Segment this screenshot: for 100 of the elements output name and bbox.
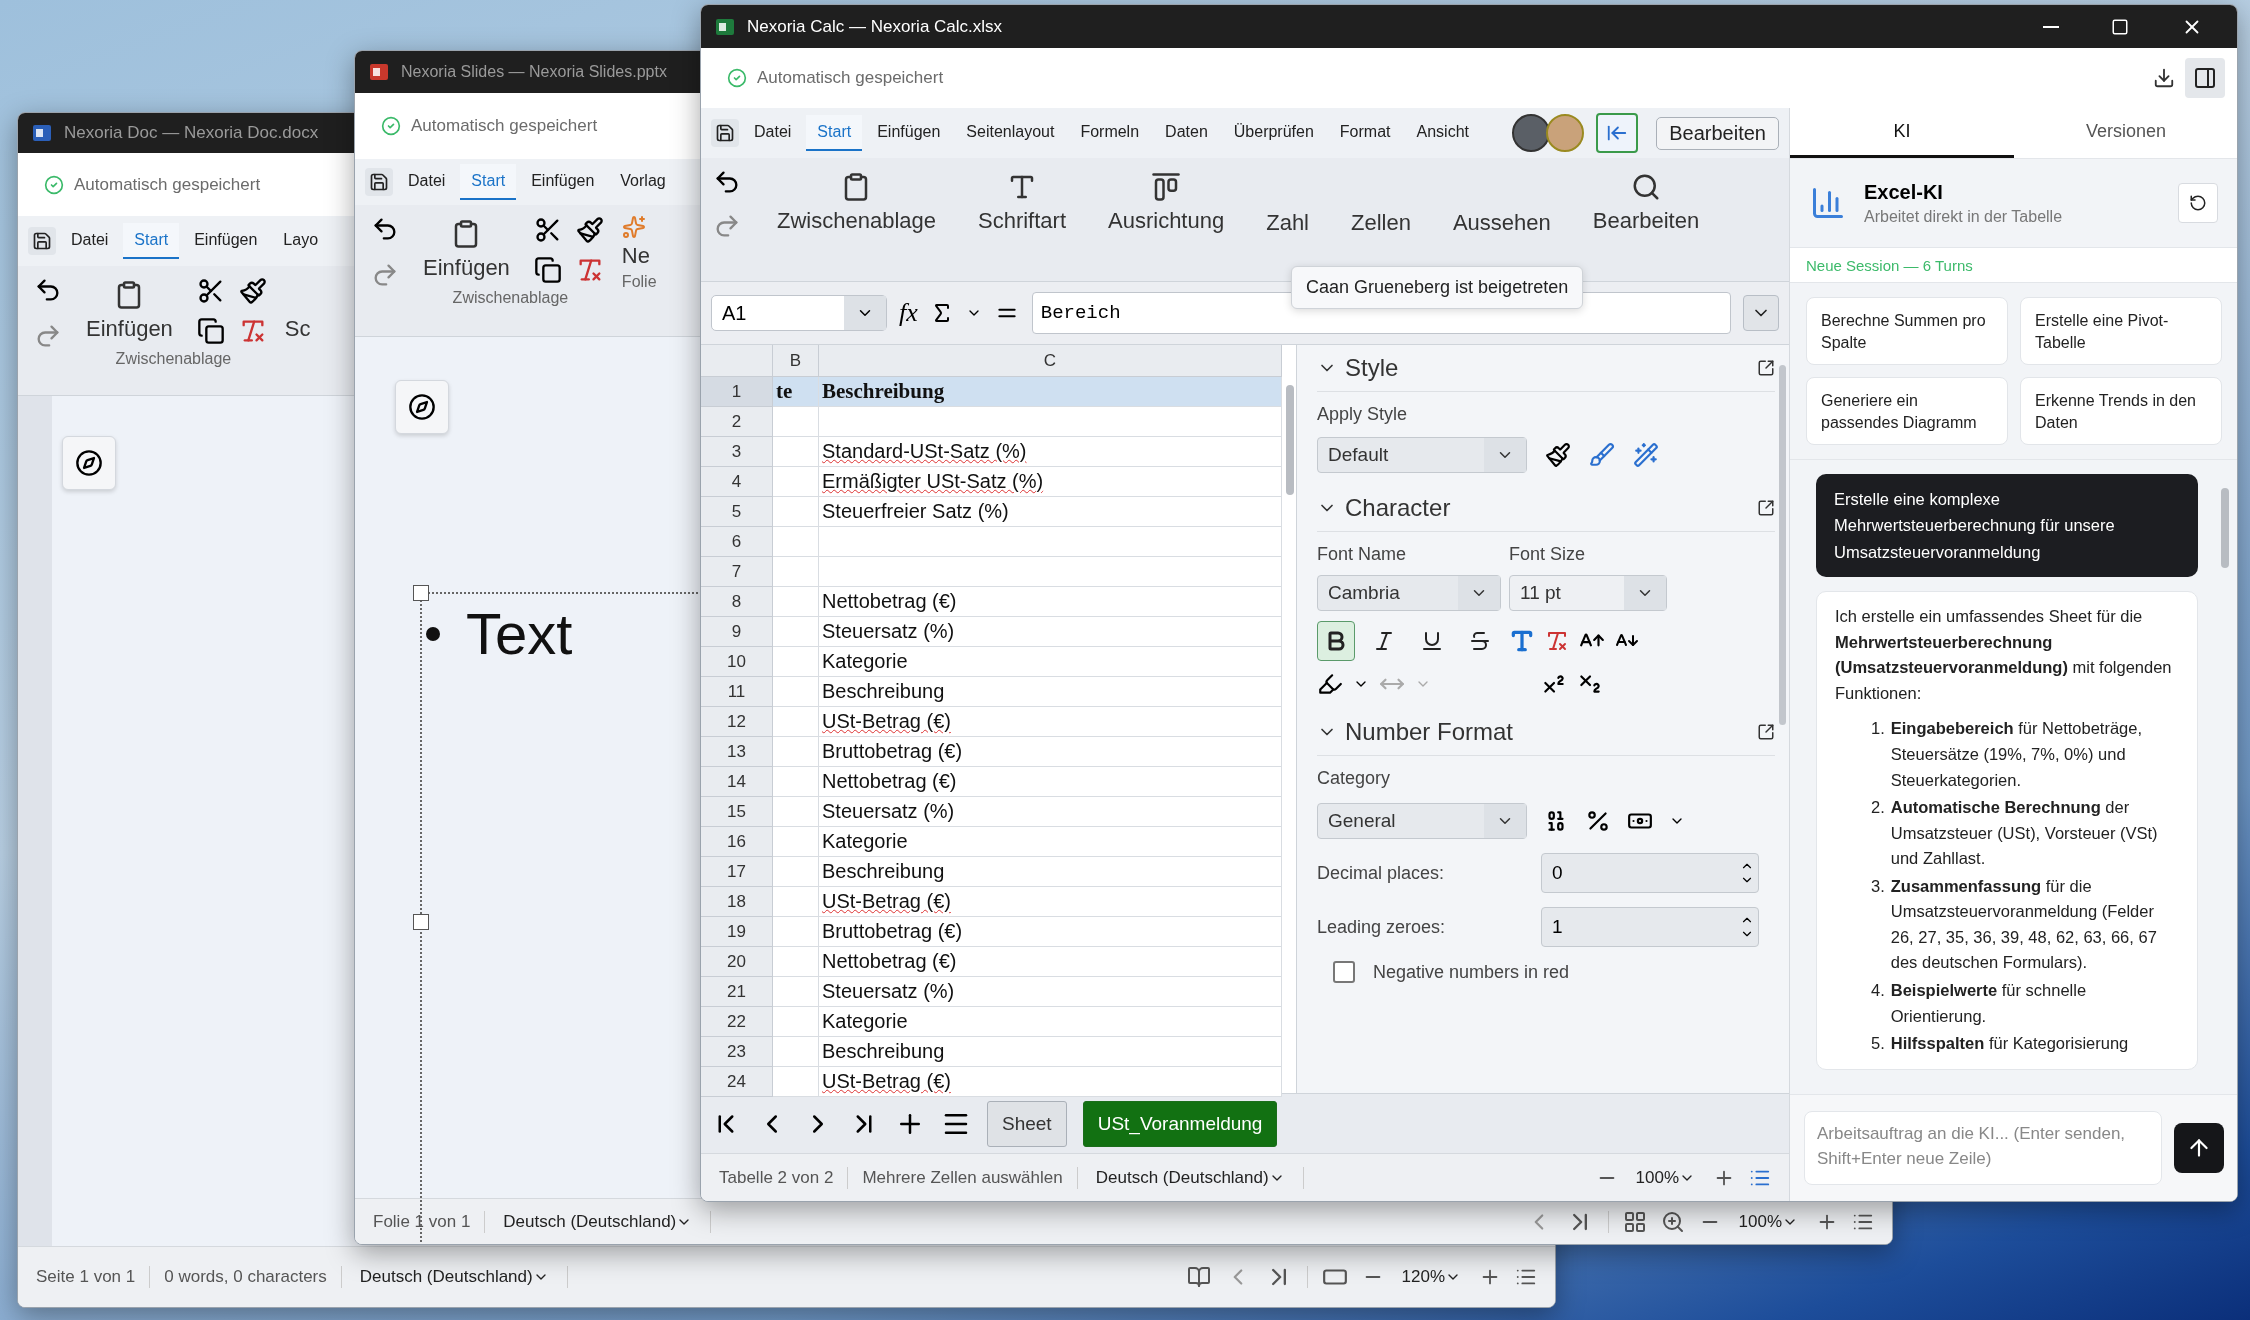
open-dialog-icon[interactable]: [1757, 359, 1775, 377]
category-dropdown[interactable]: General: [1317, 803, 1527, 839]
scrollbar-thumb[interactable]: [1779, 365, 1786, 725]
row-header[interactable]: 2: [701, 407, 773, 437]
style-dropdown[interactable]: Default: [1317, 437, 1527, 473]
ribbon-tab[interactable]: Start: [460, 164, 517, 200]
row-header[interactable]: 7: [701, 557, 773, 587]
zoom-dropdown[interactable]: 120%: [1397, 1263, 1465, 1291]
ribbon-group-button[interactable]: Ausrichtung: [1102, 168, 1231, 238]
sheet-tab[interactable]: USt_Voranmeldung: [1082, 1100, 1278, 1147]
ribbon-tab[interactable]: Daten: [1154, 115, 1219, 151]
row-header[interactable]: 14: [701, 767, 773, 797]
open-dialog-icon[interactable]: [1757, 723, 1775, 741]
ribbon-tab[interactable]: Start: [123, 223, 180, 259]
copy-icon[interactable]: [196, 317, 225, 345]
grid-icon[interactable]: [1622, 1209, 1647, 1234]
row-header[interactable]: 19: [701, 917, 773, 947]
book-icon[interactable]: [1186, 1265, 1211, 1289]
row-header[interactable]: 12: [701, 707, 773, 737]
clear-format-icon[interactable]: [1545, 629, 1569, 653]
save-icon[interactable]: [365, 168, 393, 196]
ribbon-tab[interactable]: Ansicht: [1405, 115, 1480, 151]
update-style-icon[interactable]: [1589, 442, 1615, 468]
paste-button[interactable]: Einfügen: [417, 215, 516, 285]
highlight-icon[interactable]: [1317, 671, 1343, 697]
save-icon[interactable]: [28, 227, 56, 255]
edit-button[interactable]: Bearbeiten: [1656, 116, 1779, 150]
row-header[interactable]: 22: [701, 1007, 773, 1037]
ribbon-tab[interactable]: Format: [1328, 115, 1402, 151]
scrollbar-thumb[interactable]: [2221, 488, 2229, 568]
scrollbar-thumb[interactable]: [1286, 385, 1294, 495]
panel-toggle-button[interactable]: [2185, 58, 2225, 98]
row-header[interactable]: 4: [701, 467, 773, 497]
cell-name-box[interactable]: A1: [711, 295, 887, 331]
row-header[interactable]: 10: [701, 647, 773, 677]
leading-zeroes-spinner[interactable]: 1: [1541, 907, 1759, 947]
language-dropdown[interactable]: Deutsch (Deutschland): [355, 1263, 553, 1291]
ribbon-tab[interactable]: Start: [806, 115, 863, 151]
ribbon-tab[interactable]: Formeln: [1069, 115, 1151, 151]
ribbon-tab[interactable]: Layo: [272, 223, 330, 259]
ribbon-tab[interactable]: Datei: [60, 223, 120, 259]
row-header[interactable]: 9: [701, 617, 773, 647]
compass-button[interactable]: [62, 436, 116, 490]
language-dropdown[interactable]: Deutsch (Deutschland): [1091, 1163, 1289, 1192]
function-icon[interactable]: fx: [899, 298, 918, 328]
suggestion-chip[interactable]: Erstelle eine Pivot-Tabelle: [2020, 297, 2222, 365]
paintbrush-icon[interactable]: [575, 216, 604, 244]
column-header[interactable]: B: [773, 345, 819, 377]
sheet-tab[interactable]: Sheet: [987, 1100, 1067, 1147]
ribbon-group-button[interactable]: Zahl: [1260, 168, 1315, 240]
ribbon-tab[interactable]: Seitenlayout: [955, 115, 1066, 151]
suggestion-chip[interactable]: Generiere ein passendes Diagramm: [1806, 377, 2008, 445]
column-header[interactable]: C: [819, 345, 1282, 377]
send-button[interactable]: [2174, 1123, 2224, 1173]
ribbon-tab[interactable]: Datei: [397, 164, 457, 200]
ribbon-group-button[interactable]: Schriftart: [972, 168, 1072, 238]
ribbon-group-button[interactable]: Bearbeiten: [1586, 168, 1706, 238]
suggestion-chip[interactable]: Erkenne Trends in den Daten: [2020, 377, 2222, 445]
row-header[interactable]: 11: [701, 677, 773, 707]
open-dialog-icon[interactable]: [1757, 499, 1775, 517]
checkbox[interactable]: [1333, 961, 1355, 983]
compass-button[interactable]: [395, 380, 449, 434]
row-header[interactable]: 13: [701, 737, 773, 767]
save-icon[interactable]: [711, 119, 739, 147]
zoom-dropdown[interactable]: 100%: [1631, 1163, 1699, 1192]
zoom-dropdown[interactable]: 100%: [1734, 1207, 1802, 1236]
resize-handle[interactable]: [413, 914, 429, 930]
resize-handle[interactable]: [413, 585, 429, 601]
row-header[interactable]: 5: [701, 497, 773, 527]
ribbon-group-button[interactable]: Aussehen: [1446, 168, 1557, 240]
ribbon-tab[interactable]: Einfügen: [520, 164, 606, 200]
row-header[interactable]: 15: [701, 797, 773, 827]
row-header[interactable]: 17: [701, 857, 773, 887]
decimal-places-spinner[interactable]: 0: [1541, 853, 1759, 893]
row-header[interactable]: 24: [701, 1067, 773, 1097]
reset-button[interactable]: [2178, 183, 2218, 223]
ribbon-group-button[interactable]: Zellen: [1345, 168, 1417, 240]
ribbon-tab[interactable]: Datei: [743, 115, 803, 151]
bold-button[interactable]: [1317, 621, 1355, 661]
zoom-icon[interactable]: [1660, 1209, 1685, 1234]
ribbon-tab[interactable]: Vorlag: [609, 164, 677, 200]
paintbrush-icon[interactable]: [238, 277, 267, 305]
row-header[interactable]: 18: [701, 887, 773, 917]
row-header[interactable]: 16: [701, 827, 773, 857]
suggestion-chip[interactable]: Berechne Summen pro Spalte: [1806, 297, 2008, 365]
row-header[interactable]: 1: [701, 377, 773, 407]
ribbon-tab[interactable]: Einfügen: [183, 223, 269, 259]
row-header[interactable]: 23: [701, 1037, 773, 1067]
paintbrush-icon[interactable]: [1545, 442, 1571, 468]
row-header[interactable]: 8: [701, 587, 773, 617]
download-icon[interactable]: [2153, 67, 2175, 89]
ribbon-tab[interactable]: Einfügen: [866, 115, 952, 151]
copy-icon[interactable]: [533, 256, 562, 284]
row-header[interactable]: 20: [701, 947, 773, 977]
prompt-input[interactable]: Arbeitsauftrag an die KI... (Enter senden, Shift+Enter neue Zeile): [1804, 1111, 2162, 1185]
new-style-icon[interactable]: [1633, 442, 1659, 468]
percent-icon[interactable]: [1585, 808, 1611, 834]
font-size-dropdown[interactable]: 11 pt: [1509, 575, 1667, 611]
font-color-icon[interactable]: [1509, 628, 1535, 654]
ribbon-group-button[interactable]: Zwischenablage: [771, 168, 942, 238]
